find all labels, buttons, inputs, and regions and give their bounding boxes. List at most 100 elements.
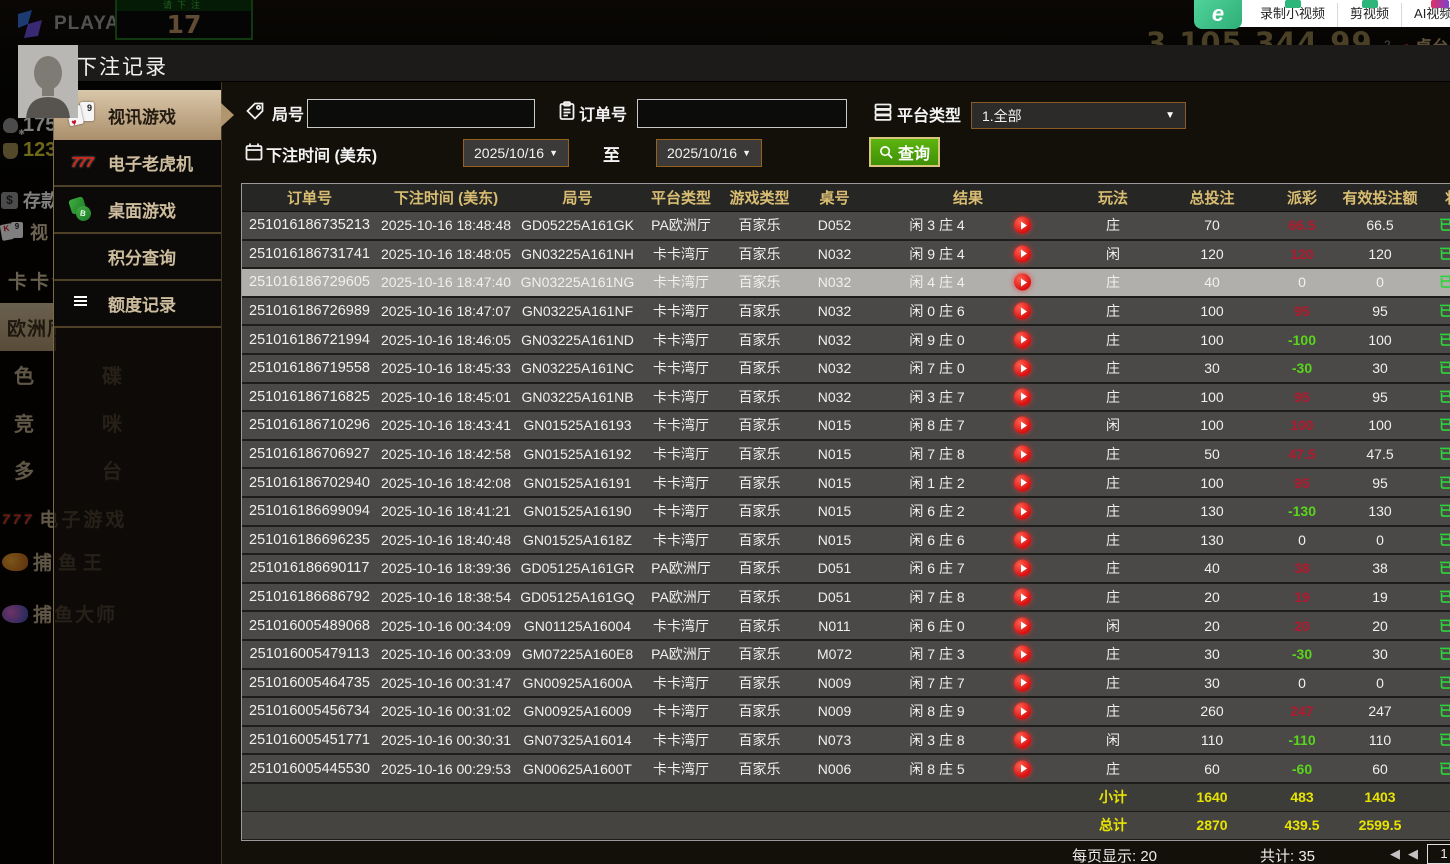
record-video-button[interactable]: 录制小视频 <box>1248 3 1337 27</box>
cut-video-button[interactable]: 剪视频 <box>1337 3 1401 27</box>
play-button[interactable] <box>1014 245 1031 262</box>
platform-type-select[interactable]: 1.全部 ▼ <box>971 102 1186 129</box>
platform-cell: PA欧洲厅 <box>640 641 722 668</box>
table-row[interactable]: 2510161867352132025-10-16 18:48:48GD0522… <box>242 212 1450 241</box>
subtotal-row: 小计 1640 483 1403 <box>242 784 1450 812</box>
play-button[interactable] <box>1014 646 1031 663</box>
table-row[interactable]: 2510160054791132025-10-16 00:33:09GM0722… <box>242 641 1450 670</box>
play-button[interactable] <box>1014 331 1031 348</box>
play-button[interactable] <box>1014 731 1031 748</box>
result-text: 闲 3 庄 8 <box>872 730 1002 750</box>
play-button[interactable] <box>1014 217 1031 234</box>
table-row[interactable]: 2510161866867922025-10-16 18:38:54GD0512… <box>242 584 1450 613</box>
status-cell: 已派彩 <box>1418 527 1450 554</box>
grand-total-valid-bet: 2599.5 <box>1342 812 1418 839</box>
sidebar-item-quota-records[interactable]: 额度记录 <box>54 281 221 328</box>
table-row[interactable]: 2510160054455302025-10-16 00:29:53GN0062… <box>242 755 1450 784</box>
sidebar-item-table-games[interactable]: 桌面游戏 <box>54 187 221 234</box>
game-type-cell: 百家乐 <box>722 412 797 439</box>
play-button[interactable] <box>1014 446 1031 463</box>
table-row[interactable]: 2510161867269892025-10-16 18:47:07GN0322… <box>242 298 1450 327</box>
round-no-label: 局号 <box>272 101 304 125</box>
result-text: 闲 8 庄 5 <box>872 759 1002 779</box>
play-button[interactable] <box>1014 703 1031 720</box>
round-no-cell: GN03225A161ND <box>515 326 640 353</box>
valid-bet-cell: 60 <box>1342 755 1418 782</box>
play-button[interactable] <box>1014 617 1031 634</box>
page-number-input[interactable]: 1 <box>1427 844 1450 864</box>
table-row[interactable]: 2510161866901172025-10-16 18:39:36GD0512… <box>242 555 1450 584</box>
table-row[interactable]: 2510161866990942025-10-16 18:41:21GN0152… <box>242 498 1450 527</box>
play-button[interactable] <box>1014 388 1031 405</box>
valid-bet-cell: 100 <box>1342 326 1418 353</box>
round-no-cell: GD05125A161GQ <box>515 584 640 611</box>
tag-icon <box>245 101 265 121</box>
header-valid-bet: 有效投注额 <box>1342 184 1418 211</box>
sidebar-item-slots[interactable]: 777 电子老虎机 <box>54 140 221 187</box>
status-cell: 已派彩 <box>1418 584 1450 611</box>
valid-bet-cell: 100 <box>1342 412 1418 439</box>
ai-video-button[interactable]: AI视频工 <box>1401 3 1450 27</box>
play-button[interactable] <box>1014 474 1031 491</box>
sidebar-item-video-games[interactable]: 9K♥ 视讯游戏 <box>54 90 221 140</box>
play-button[interactable] <box>1014 760 1031 777</box>
play-button[interactable] <box>1014 274 1031 291</box>
table-row[interactable]: 2510161867168252025-10-16 18:45:01GN0322… <box>242 384 1450 413</box>
bet-time-cell: 2025-10-16 18:43:41 <box>377 412 515 439</box>
play-button[interactable] <box>1014 531 1031 548</box>
play-button[interactable] <box>1014 360 1031 377</box>
result-cell: 闲 8 庄 5 <box>872 755 1064 782</box>
total-bet-cell: 30 <box>1162 355 1262 382</box>
table-row[interactable]: 2510161867029402025-10-16 18:42:08GN0152… <box>242 469 1450 498</box>
play-button[interactable] <box>1014 674 1031 691</box>
grand-total-total-bet: 2870 <box>1162 812 1262 839</box>
order-no-input[interactable] <box>637 99 847 128</box>
table-row[interactable]: 2510161867102962025-10-16 18:43:41GN0152… <box>242 412 1450 441</box>
valid-bet-cell: 0 <box>1342 670 1418 697</box>
table-row[interactable]: 2510161867069272025-10-16 18:42:58GN0152… <box>242 441 1450 470</box>
play-button[interactable] <box>1014 503 1031 520</box>
table-row[interactable]: 2510161867317412025-10-16 18:48:05GN0322… <box>242 241 1450 270</box>
platform-cell: PA欧洲厅 <box>640 212 722 239</box>
table-row[interactable]: 2510160054567342025-10-16 00:31:02GN0092… <box>242 698 1450 727</box>
play-type-cell: 庄 <box>1064 441 1162 468</box>
play-type-cell: 闲 <box>1064 612 1162 639</box>
header-total-bet: 总投注 <box>1162 184 1262 211</box>
round-no-cell: GD05225A161GK <box>515 212 640 239</box>
table-row[interactable]: 2510161867296052025-10-16 18:47:40GN0322… <box>242 269 1450 298</box>
avatar <box>18 45 78 118</box>
table-row[interactable]: 2510160054890682025-10-16 00:34:09GN0112… <box>242 612 1450 641</box>
subtotal-total-bet: 1640 <box>1162 784 1262 811</box>
order-no-cell: 251016186735213 <box>242 212 377 239</box>
play-button[interactable] <box>1014 560 1031 577</box>
query-button[interactable]: 查询 <box>869 137 940 167</box>
table-no-cell: N015 <box>797 527 872 554</box>
date-from-picker[interactable]: 2025/10/16▼ <box>463 139 569 167</box>
points-icon <box>68 244 96 270</box>
valid-bet-cell: 0 <box>1342 269 1418 296</box>
grand-total-row: 总计 2870 439.5 2599.5 <box>242 812 1450 840</box>
date-to-picker[interactable]: 2025/10/16▼ <box>656 139 762 167</box>
play-button[interactable] <box>1014 417 1031 434</box>
header-result: 结果 <box>872 184 1064 211</box>
order-no-cell: 251016186716825 <box>242 384 377 411</box>
bet-time-cell: 2025-10-16 00:34:09 <box>377 612 515 639</box>
result-cell: 闲 3 庄 8 <box>872 727 1064 754</box>
table-row[interactable]: 2510161866962352025-10-16 18:40:48GN0152… <box>242 527 1450 556</box>
recorder-app-icon[interactable]: e <box>1194 0 1242 29</box>
play-type-cell: 闲 <box>1064 241 1162 268</box>
sidebar-item-points[interactable]: 积分查询 <box>54 234 221 281</box>
play-button[interactable] <box>1014 303 1031 320</box>
prev-page-button[interactable]: ◀ <box>1408 846 1418 862</box>
play-button[interactable] <box>1014 589 1031 606</box>
table-row[interactable]: 2510161867195582025-10-16 18:45:33GN0322… <box>242 355 1450 384</box>
order-no-cell: 251016186702940 <box>242 469 377 496</box>
first-page-button[interactable]: ◀ <box>1390 846 1400 862</box>
table-row[interactable]: 2510161867219942025-10-16 18:46:05GN0322… <box>242 326 1450 355</box>
order-no-cell: 251016186731741 <box>242 241 377 268</box>
table-row[interactable]: 2510160054647352025-10-16 00:31:47GN0092… <box>242 670 1450 699</box>
round-no-input[interactable] <box>307 99 535 128</box>
table-row[interactable]: 2510160054517712025-10-16 00:30:31GN0732… <box>242 727 1450 756</box>
result-text: 闲 7 庄 0 <box>872 358 1002 378</box>
bet-time-cell: 2025-10-16 18:46:05 <box>377 326 515 353</box>
